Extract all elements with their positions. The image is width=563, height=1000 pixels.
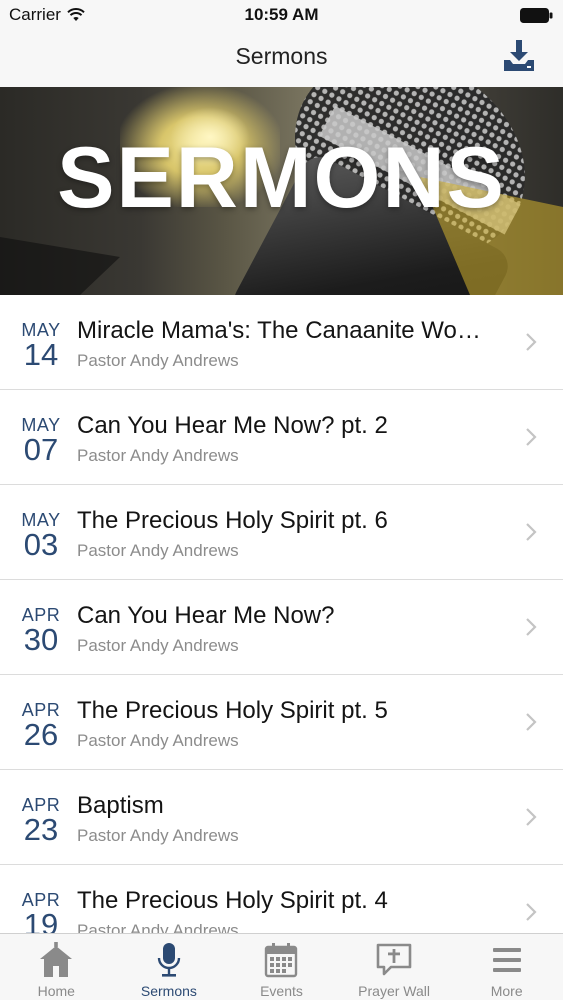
sermon-speaker: Pastor Andy Andrews — [77, 636, 239, 655]
chevron-right-icon — [526, 428, 537, 446]
chevron-right-icon — [526, 523, 537, 541]
tab-events[interactable]: Events — [225, 934, 338, 1000]
sermon-row[interactable]: APR 19 The Precious Holy Spirit pt. 4 Pa… — [0, 865, 563, 933]
sermon-date: MAY 14 — [14, 321, 68, 370]
sermon-speaker: Pastor Andy Andrews — [77, 351, 239, 370]
chevron-right-icon — [526, 618, 537, 636]
tab-bar: Home Sermons Events Prayer Wall More — [0, 933, 563, 1000]
sermon-day: 14 — [23, 337, 59, 372]
sermon-day: 30 — [23, 622, 59, 657]
sermon-speaker: Pastor Andy Andrews — [77, 731, 239, 750]
sermon-day: 23 — [23, 812, 59, 847]
sermon-day: 03 — [23, 527, 59, 562]
navigation-bar: Sermons — [0, 30, 563, 87]
sermon-date: APR 26 — [14, 701, 68, 750]
menu-icon — [492, 948, 521, 972]
sermon-speaker: Pastor Andy Andrews — [77, 826, 239, 845]
battery-icon — [520, 8, 553, 23]
sermon-day: 07 — [23, 432, 59, 467]
microphone-icon — [157, 943, 181, 977]
tab-home[interactable]: Home — [0, 934, 113, 1000]
sermon-date: APR 30 — [14, 606, 68, 655]
sermon-date: APR 19 — [14, 891, 68, 933]
sermon-title: Can You Hear Me Now? — [77, 602, 335, 629]
sermon-row[interactable]: MAY 03 The Precious Holy Spirit pt. 6 Pa… — [0, 485, 563, 580]
chevron-right-icon — [526, 713, 537, 731]
prayer-wall-icon — [376, 943, 412, 976]
sermon-title: The Precious Holy Spirit pt. 5 — [77, 697, 388, 724]
sermon-title: Miracle Mama's: The Canaanite Wo… — [77, 317, 481, 344]
sermon-day: 26 — [23, 717, 59, 752]
download-icon[interactable] — [501, 38, 537, 74]
hero-title: SERMONS — [57, 130, 506, 226]
sermon-row[interactable]: APR 26 The Precious Holy Spirit pt. 5 Pa… — [0, 675, 563, 770]
sermon-speaker: Pastor Andy Andrews — [77, 921, 239, 933]
sermon-date: APR 23 — [14, 796, 68, 845]
sermon-day: 19 — [23, 907, 59, 933]
sermon-row[interactable]: MAY 07 Can You Hear Me Now? pt. 2 Pastor… — [0, 390, 563, 485]
sermon-date: MAY 03 — [14, 511, 68, 560]
tab-label: Sermons — [140, 983, 197, 999]
sermon-list: MAY 14 Miracle Mama's: The Canaanite Wo…… — [0, 295, 563, 933]
tab-label: Events — [260, 983, 303, 999]
sermon-speaker: Pastor Andy Andrews — [77, 446, 239, 465]
tab-label: More — [490, 983, 523, 999]
tab-label: Prayer Wall — [358, 983, 430, 999]
chevron-right-icon — [526, 333, 537, 351]
chevron-right-icon — [526, 808, 537, 826]
tab-more[interactable]: More — [450, 934, 563, 1000]
sermon-speaker: Pastor Andy Andrews — [77, 541, 239, 560]
tab-prayer-wall[interactable]: Prayer Wall — [338, 934, 451, 1000]
page-title: Sermons — [235, 43, 328, 69]
sermon-title: Can You Hear Me Now? pt. 2 — [77, 412, 388, 439]
status-bar: Carrier 10:59 AM — [0, 0, 563, 30]
calendar-icon — [265, 943, 298, 978]
tab-label: Home — [37, 983, 75, 999]
hero-banner: SERMONS — [0, 87, 563, 295]
tab-sermons[interactable]: Sermons — [113, 934, 226, 1000]
sermon-date: MAY 07 — [14, 416, 68, 465]
status-time: 10:59 AM — [244, 5, 319, 24]
sermon-title: Baptism — [77, 792, 164, 819]
sermon-title: The Precious Holy Spirit pt. 6 — [77, 507, 388, 534]
sermon-row[interactable]: APR 30 Can You Hear Me Now? Pastor Andy … — [0, 580, 563, 675]
sermon-title: The Precious Holy Spirit pt. 4 — [77, 887, 388, 914]
chevron-right-icon — [526, 903, 537, 921]
sermon-row[interactable]: APR 23 Baptism Pastor Andy Andrews — [0, 770, 563, 865]
home-icon — [40, 942, 73, 977]
sermon-row[interactable]: MAY 14 Miracle Mama's: The Canaanite Wo…… — [0, 295, 563, 390]
